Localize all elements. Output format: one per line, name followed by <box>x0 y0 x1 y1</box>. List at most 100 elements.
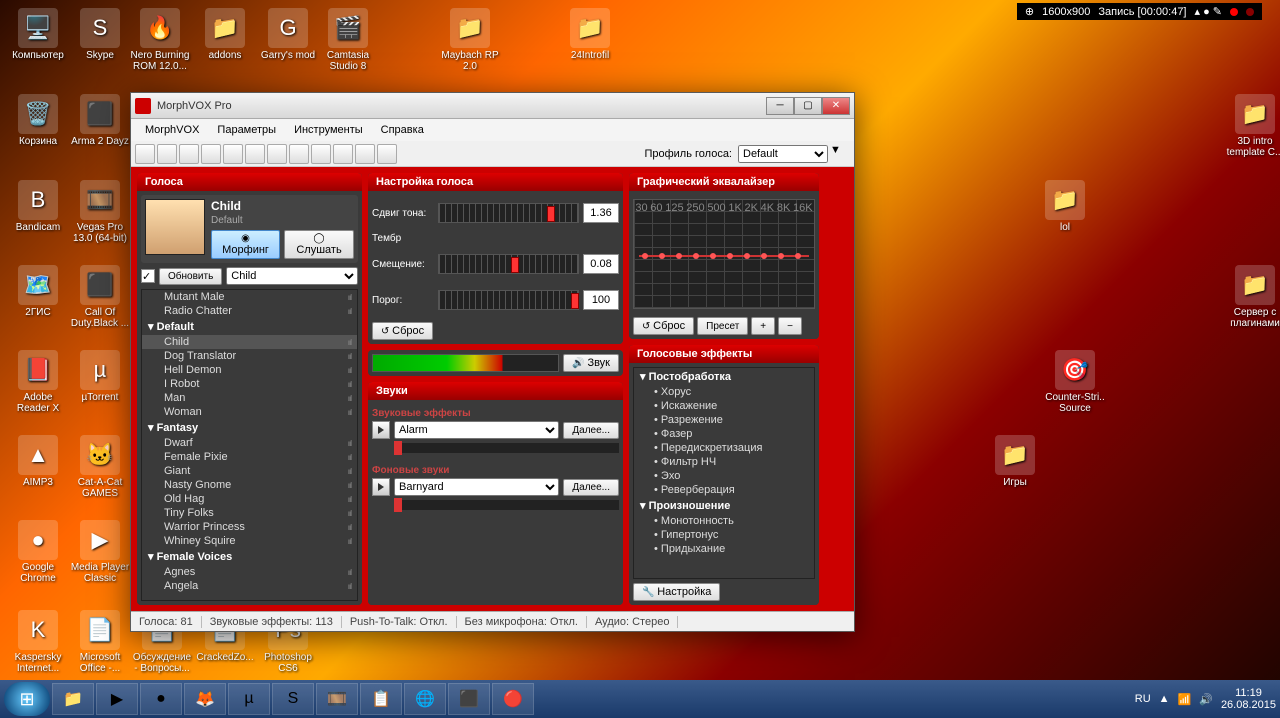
taskbar-item[interactable]: 📋 <box>360 683 402 715</box>
bg-more-button[interactable]: Далее... <box>563 479 619 496</box>
desktop-icon[interactable]: 🗺️2ГИС <box>8 265 68 318</box>
desktop-icon[interactable]: 🐱Cat-A-Cat GAMES <box>70 435 130 499</box>
tool-3[interactable] <box>179 144 199 164</box>
voice-item[interactable]: Manııl <box>142 391 357 405</box>
voice-category[interactable]: ▾ Female Voices <box>142 548 357 565</box>
tool-6[interactable] <box>245 144 265 164</box>
sound-button[interactable]: 🔊 Звук <box>563 354 619 372</box>
menu-item[interactable]: Справка <box>373 122 432 138</box>
voice-item[interactable]: Tiny Folksııl <box>142 506 357 520</box>
desktop-icon[interactable]: 🎯Counter-Stri.. Source <box>1045 350 1105 414</box>
eq-minus-button[interactable]: − <box>778 317 802 335</box>
voice-item[interactable]: Dwarfııl <box>142 436 357 450</box>
taskbar-item[interactable]: 🔴 <box>492 683 534 715</box>
fx-item[interactable]: • Разрежение <box>634 413 814 427</box>
taskbar-item[interactable]: 📁 <box>52 683 94 715</box>
thresh-slider[interactable] <box>438 290 579 310</box>
menu-item[interactable]: MorphVOX <box>137 122 207 138</box>
sfx-play-button[interactable] <box>372 421 390 439</box>
sfx-select[interactable]: Alarm <box>394 421 559 439</box>
desktop-icon[interactable]: ▲AIMP3 <box>8 435 68 488</box>
desktop-icon[interactable]: ⬛Arma 2 Dayz <box>70 94 130 147</box>
menu-item[interactable]: Инструменты <box>286 122 371 138</box>
taskbar-item[interactable]: ⬛ <box>448 683 490 715</box>
desktop-icon[interactable]: BBandicam <box>8 180 68 233</box>
taskbar-item[interactable]: 🎞️ <box>316 683 358 715</box>
voice-item[interactable]: Whiney Squireııl <box>142 534 357 548</box>
tool-9[interactable] <box>311 144 331 164</box>
tool-2[interactable] <box>157 144 177 164</box>
taskbar-item[interactable]: ▶ <box>96 683 138 715</box>
eq-plus-button[interactable]: + <box>751 317 775 335</box>
voice-item[interactable]: Hell Demonııl <box>142 363 357 377</box>
thresh-value[interactable]: 100 <box>583 290 619 310</box>
fx-category[interactable]: ▾ Произношение <box>634 497 814 514</box>
menu-item[interactable]: Параметры <box>209 122 284 138</box>
desktop-icon[interactable]: 🔥Nero Burning ROM 12.0... <box>130 8 190 72</box>
desktop-icon[interactable]: 📁addons <box>195 8 255 61</box>
voice-item[interactable]: Giantııl <box>142 464 357 478</box>
tray-flag-icon[interactable]: ▲ <box>1159 693 1170 705</box>
tray-network-icon[interactable]: 📶 <box>1178 693 1192 706</box>
bg-select[interactable]: Barnyard <box>394 478 559 496</box>
voice-item[interactable]: Radio Chatterııl <box>142 304 357 318</box>
taskbar-item[interactable]: S <box>272 683 314 715</box>
eq-preset-button[interactable]: Пресет <box>697 317 748 335</box>
desktop-icon[interactable]: µµTorrent <box>70 350 130 403</box>
desktop-icon[interactable]: 📁Сервер с плагинами <box>1225 265 1280 329</box>
tray-lang[interactable]: RU <box>1135 693 1151 705</box>
desktop-icon[interactable]: ●Google Chrome <box>8 520 68 584</box>
voice-item[interactable]: Female Pixieııl <box>142 450 357 464</box>
desktop-icon[interactable]: ▶Media Player Classic <box>70 520 130 584</box>
fx-item[interactable]: • Хорус <box>634 385 814 399</box>
tool-10[interactable] <box>333 144 353 164</box>
tool-5[interactable] <box>223 144 243 164</box>
fx-item[interactable]: • Гипертонус <box>634 528 814 542</box>
morph-button[interactable]: ◉ Морфинг <box>211 230 280 259</box>
desktop-icon[interactable]: SSkype <box>70 8 130 61</box>
equalizer[interactable]: 30601252505001K2K4K8K16K <box>633 199 815 309</box>
pitch-value[interactable]: 1.36 <box>583 203 619 223</box>
tool-8[interactable] <box>289 144 309 164</box>
start-button[interactable]: ⊞ <box>4 682 50 716</box>
bg-volume-slider[interactable] <box>394 500 619 510</box>
fx-item[interactable]: • Эхо <box>634 469 814 483</box>
fx-item[interactable]: • Фазер <box>634 427 814 441</box>
desktop-icon[interactable]: KKaspersky Internet... <box>8 610 68 674</box>
tray-volume-icon[interactable]: 🔊 <box>1199 693 1213 706</box>
voice-dropdown[interactable]: Child <box>226 267 358 285</box>
voice-category[interactable]: ▾ Fantasy <box>142 419 357 436</box>
profile-select[interactable]: Default <box>738 145 828 163</box>
voice-item[interactable]: Womanııl <box>142 405 357 419</box>
shift-slider[interactable] <box>438 254 579 274</box>
tool-1[interactable] <box>135 144 155 164</box>
fx-item[interactable]: • Передискретизация <box>634 441 814 455</box>
shift-value[interactable]: 0.08 <box>583 254 619 274</box>
titlebar[interactable]: MorphVOX Pro ─ ▢ ✕ <box>131 93 854 119</box>
eq-reset-button[interactable]: ↺ Сброс <box>633 317 694 335</box>
desktop-icon[interactable]: 📁3D intro template C... <box>1225 94 1280 158</box>
desktop-icon[interactable]: 📄Microsoft Office -... <box>70 610 130 674</box>
fx-category[interactable]: ▾ Постобработка <box>634 368 814 385</box>
voice-item[interactable]: Nasty Gnomeııl <box>142 478 357 492</box>
fx-item[interactable]: • Реверберация <box>634 483 814 497</box>
minimize-button[interactable]: ─ <box>766 97 794 115</box>
desktop-icon[interactable]: 🗑️Корзина <box>8 94 68 147</box>
fx-item[interactable]: • Монотонность <box>634 514 814 528</box>
filter-icon[interactable]: ▼ <box>830 144 850 164</box>
tool-7[interactable] <box>267 144 287 164</box>
tool-11[interactable] <box>355 144 375 164</box>
pitch-slider[interactable] <box>438 203 579 223</box>
voice-item[interactable]: I Robotııl <box>142 377 357 391</box>
taskbar-item[interactable]: 🌐 <box>404 683 446 715</box>
close-button[interactable]: ✕ <box>822 97 850 115</box>
desktop-icon[interactable]: 📁24Introfil <box>560 8 620 61</box>
voice-item[interactable]: Childııl <box>142 335 357 349</box>
desktop-icon[interactable]: 🖥️Компьютер <box>8 8 68 61</box>
taskbar-item[interactable]: 🦊 <box>184 683 226 715</box>
sfx-more-button[interactable]: Далее... <box>563 422 619 439</box>
taskbar-item[interactable]: ● <box>140 683 182 715</box>
bg-play-button[interactable] <box>372 478 390 496</box>
voice-item[interactable]: Mutant Maleııl <box>142 290 357 304</box>
fx-item[interactable]: • Придыхание <box>634 542 814 556</box>
